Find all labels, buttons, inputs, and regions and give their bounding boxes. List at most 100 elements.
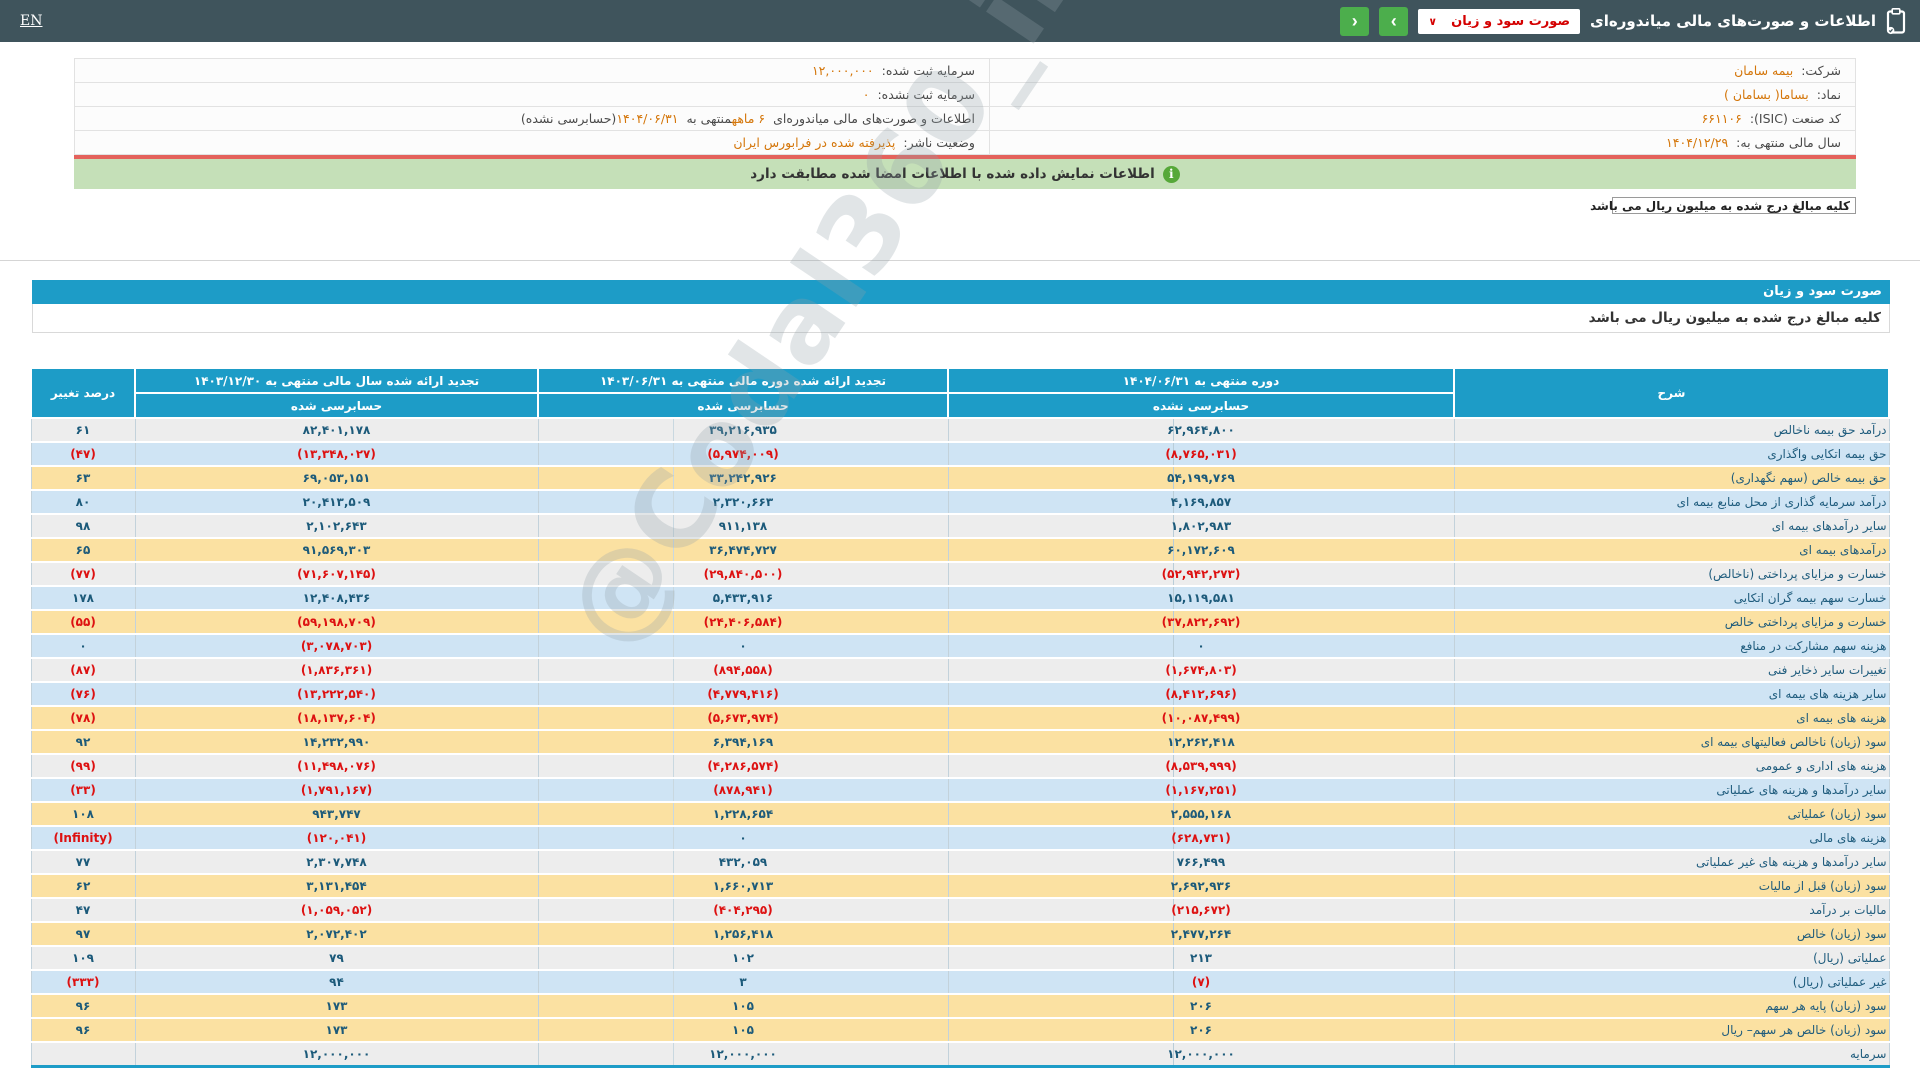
- value-change-percent: (۷۶): [30, 682, 135, 707]
- value-restated-year: (۱,۸۳۶,۳۶۱): [134, 658, 538, 683]
- chevron-down-icon: ∨: [1428, 14, 1438, 28]
- value-restated-year: ۱۷۳: [134, 994, 538, 1019]
- value-restated-year: ۲,۰۷۲,۴۰۲: [134, 922, 538, 947]
- nav-back-button[interactable]: ‹: [1340, 6, 1370, 36]
- value-change-percent: ۱۷۸: [30, 586, 135, 611]
- statement-row: حق بیمه خالص (سهم نگهداری) ۵۴,۱۹۹,۷۶۹ ۳۳,۲…: [30, 466, 1889, 491]
- row-label: سایر درآمدها و هزینه های عملیاتی: [1453, 778, 1889, 803]
- row-label: سایر درآمدهای بیمه ای: [1453, 514, 1889, 539]
- statement-row: سایر درآمدها و هزینه های غیر عملیاتی ۷۶۶,…: [30, 850, 1889, 875]
- info-value: بساما( بسامان ): [1723, 87, 1809, 102]
- row-label: غیر عملیاتی (ریال): [1453, 970, 1889, 995]
- value-restated-year: ۲۰,۴۱۳,۵۰۹: [134, 490, 538, 515]
- value-restated-period: (۲۴,۴۰۶,۵۸۴): [537, 610, 948, 635]
- statement-row: سود (زیان) قبل از مالیات ۲,۶۹۲,۹۳۶ ۱,۶۶۰,۷…: [30, 874, 1889, 899]
- info-value: ۱۴۰۴/۰۶/۳۱: [616, 111, 679, 126]
- value-restated-year: ۹۴: [134, 970, 538, 995]
- info-icon: i: [1162, 165, 1180, 183]
- value-current-period: ۱۵,۱۱۹,۵۸۱: [947, 586, 1454, 611]
- info-label: وضعیت ناشر:: [899, 135, 975, 150]
- info-value: بیمه سامان: [1734, 63, 1794, 78]
- info-cell-right: شرکت: بیمه سامان: [988, 58, 1857, 83]
- section-title-bar: صورت سود و زیان: [32, 280, 1890, 304]
- value-restated-period: ۱۲,۰۰۰,۰۰۰: [537, 1042, 948, 1068]
- value-restated-year: ۱۲,۰۰۰,۰۰۰: [134, 1042, 538, 1068]
- top-bar: اطلاعات و صورت‌های مالی میاندوره‌ای صورت…: [0, 0, 1920, 42]
- statement-row: خسارت سهم بیمه گران اتکایی ۱۵,۱۱۹,۵۸۱ ۵,۴۳…: [30, 586, 1889, 611]
- value-current-period: (۸,۴۱۲,۶۹۶): [947, 682, 1454, 707]
- value-change-percent: ۹۲: [30, 730, 135, 755]
- row-label: هزینه های مالی: [1453, 826, 1889, 851]
- value-restated-year: ۷۹: [134, 946, 538, 971]
- col-header-current-period: دوره منتهی به ۱۴۰۴/۰۶/۳۱: [947, 367, 1455, 394]
- statement-row: هزینه های بیمه ای (۱۰,۰۸۷,۴۹۹) (۵,۶۷۳,۹۷۴)…: [30, 706, 1889, 731]
- row-label: سایر هزینه های بیمه ای: [1453, 682, 1889, 707]
- value-restated-period: (۸۷۸,۹۴۱): [537, 778, 948, 803]
- value-change-percent: (۳۳): [30, 778, 135, 803]
- statement-row: هزینه سهم مشارکت در منافع ۰ ۰ (۳,۰۷۸,۷۰۳) ۰: [30, 634, 1889, 659]
- value-restated-period: ۰: [537, 634, 948, 659]
- statement-type-dropdown[interactable]: صورت سود و زیان ∨: [1418, 8, 1581, 34]
- info-label: سال مالی منتهی به:: [1732, 135, 1841, 150]
- statement-row: درآمد سرمایه گذاری از محل منابع بیمه ای ۴…: [30, 490, 1889, 515]
- info-cell-left: سرمایه ثبت نشده: ۰: [74, 82, 990, 107]
- value-restated-year: ۲,۱۰۲,۶۴۳: [134, 514, 538, 539]
- row-label: سود (زیان) خالص هر سهم– ریال: [1453, 1018, 1889, 1043]
- value-change-percent: ۱۰۸: [30, 802, 135, 827]
- value-restated-period: ۱,۲۲۸,۶۵۴: [537, 802, 948, 827]
- value-current-period: (۲۱۵,۶۷۲): [947, 898, 1454, 923]
- value-current-period: ۵۴,۱۹۹,۷۶۹: [947, 466, 1454, 491]
- col-header-change-percent: درصد تغییر: [30, 367, 136, 419]
- value-restated-period: ۱۰۵: [537, 994, 948, 1019]
- statement-row: درآمدهای بیمه ای ۶۰,۱۷۲,۶۰۹ ۳۶,۴۷۴,۷۲۷ ۹۱,۵…: [30, 538, 1889, 563]
- value-restated-year: (۱۳,۲۲۲,۵۴۰): [134, 682, 538, 707]
- info-label: (حسابرسی نشده): [520, 111, 617, 126]
- row-label: خسارت سهم بیمه گران اتکایی: [1453, 586, 1889, 611]
- language-toggle-en[interactable]: EN: [20, 13, 42, 29]
- statement-table-wrap: شرح دوره منتهی به ۱۴۰۴/۰۶/۳۱ تجدید ارائه…: [30, 367, 1890, 1068]
- value-restated-period: ۳۳,۲۴۲,۹۲۶: [537, 466, 948, 491]
- value-change-percent: ۸۰: [30, 490, 135, 515]
- value-change-percent: ۱۰۹: [30, 946, 135, 971]
- value-restated-year: (۱,۰۵۹,۰۵۲): [134, 898, 538, 923]
- statement-row: سایر هزینه های بیمه ای (۸,۴۱۲,۶۹۶) (۴,۷۷۹,…: [30, 682, 1889, 707]
- value-current-period: (۸,۷۶۵,۰۳۱): [947, 442, 1454, 467]
- info-value: ۰: [862, 87, 870, 102]
- value-restated-period: (۸۹۴,۵۵۸): [537, 658, 948, 683]
- value-restated-year: ۱۲,۴۰۸,۴۳۶: [134, 586, 538, 611]
- value-change-percent: (۷۸): [30, 706, 135, 731]
- value-restated-year: (۱۳,۳۴۸,۰۲۷): [134, 442, 538, 467]
- row-label: سود (زیان) پایه هر سهم: [1453, 994, 1889, 1019]
- value-current-period: (۱۰,۰۸۷,۴۹۹): [947, 706, 1454, 731]
- row-label: مالیات بر درآمد: [1453, 898, 1889, 923]
- value-restated-year: ۲,۳۰۷,۷۴۸: [134, 850, 538, 875]
- value-change-percent: (۹۹): [30, 754, 135, 779]
- value-restated-year: (۱۲۰,۰۴۱): [134, 826, 538, 851]
- value-restated-year: (۳,۰۷۸,۷۰۳): [134, 634, 538, 659]
- nav-forward-button[interactable]: ›: [1379, 6, 1409, 36]
- statement-row: خسارت و مزایای پرداختی خالص (۳۷,۸۲۲,۶۹۲)(…: [30, 610, 1889, 635]
- section-units-note: کلیه مبالغ درج شده به میلیون ریال می باش…: [32, 304, 1890, 333]
- value-restated-year: ۳,۱۳۱,۴۵۴: [134, 874, 538, 899]
- value-current-period: ۷۶۶,۴۹۹: [947, 850, 1454, 875]
- value-restated-year: ۱۷۳: [134, 1018, 538, 1043]
- page-divider: [0, 260, 1920, 261]
- clipboard-icon: [1886, 7, 1906, 35]
- statement-row: درآمد حق بیمه ناخالص ۶۲,۹۶۴,۸۰۰ ۳۹,۲۱۶,۹۳۵…: [30, 418, 1889, 443]
- signature-match-banner: i اطلاعات نمایش داده شده با اطلاعات امضا…: [74, 159, 1856, 189]
- value-restated-period: (۲۹,۸۴۰,۵۰۰): [537, 562, 948, 587]
- value-restated-period: ۲,۳۲۰,۶۶۳: [537, 490, 948, 515]
- value-restated-period: ۳: [537, 970, 948, 995]
- company-info-row: سال مالی منتهی به: ۱۴۰۴/۱۲/۲۹ وضعیت ناشر:…: [74, 130, 1857, 155]
- value-restated-period: (۴,۷۷۹,۴۱۶): [537, 682, 948, 707]
- value-restated-year: ۸۲,۴۰۱,۱۷۸: [134, 418, 538, 443]
- value-restated-year: (۱,۷۹۱,۱۶۷): [134, 778, 538, 803]
- row-label: خسارت و مزایای پرداختی (ناخالص): [1453, 562, 1889, 587]
- info-label: کد صنعت (ISIC):: [1745, 111, 1841, 126]
- company-info-row: کد صنعت (ISIC): ۶۶۱۱۰۶ اطلاعات و صورت‌های…: [74, 106, 1857, 131]
- page-title: اطلاعات و صورت‌های مالی میاندوره‌ای: [1590, 12, 1876, 30]
- value-change-percent: ۷۷: [30, 850, 135, 875]
- value-restated-period: (۴,۲۸۶,۵۷۴): [537, 754, 948, 779]
- top-bar-right-group: اطلاعات و صورت‌های مالی میاندوره‌ای صورت…: [1340, 6, 1906, 36]
- info-cell-right: نماد: بساما( بسامان ): [988, 82, 1857, 107]
